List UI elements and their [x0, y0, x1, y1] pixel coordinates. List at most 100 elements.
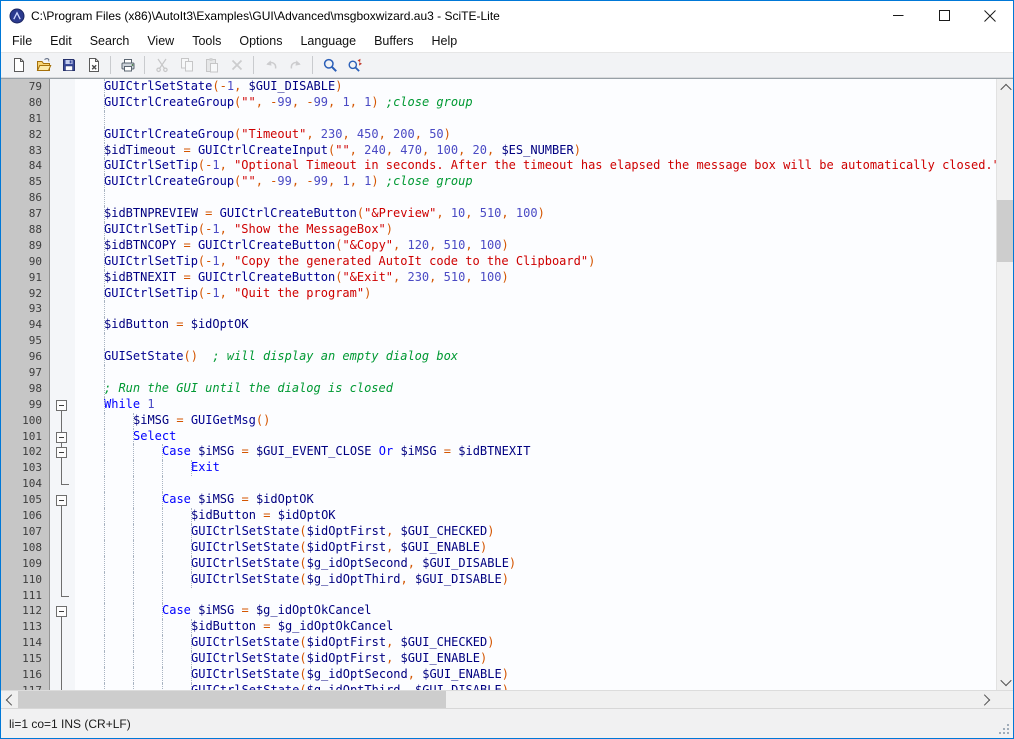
code-line[interactable]: 100 $iMSG = GUIGetMsg(): [1, 413, 996, 429]
code-text[interactable]: GUICtrlSetTip(-1, "Quit the program"): [75, 286, 996, 302]
line-number[interactable]: 114: [1, 635, 50, 651]
scroll-up-button[interactable]: [997, 79, 1014, 96]
vertical-scroll-thumb[interactable]: [997, 200, 1014, 262]
line-number[interactable]: 96: [1, 349, 50, 365]
horizontal-scrollbar[interactable]: [1, 690, 1013, 708]
code-line[interactable]: 92GUICtrlSetTip(-1, "Quit the program"): [1, 286, 996, 302]
code-text[interactable]: $iMSG = GUIGetMsg(): [75, 413, 996, 429]
menu-item-language[interactable]: Language: [291, 31, 365, 51]
menu-item-view[interactable]: View: [138, 31, 183, 51]
code-text[interactable]: GUICtrlCreateGroup("", -99, -99, 1, 1) ;…: [75, 95, 996, 111]
code-line[interactable]: 90 GUICtrlSetTip(-1, "Copy the generated …: [1, 254, 996, 270]
code-line[interactable]: 82 GUICtrlCreateGroup("Timeout", 230, 450…: [1, 127, 996, 143]
line-number[interactable]: 80: [1, 95, 50, 111]
line-number[interactable]: 112: [1, 603, 50, 619]
fold-marker[interactable]: [50, 603, 75, 619]
line-number[interactable]: 109: [1, 556, 50, 572]
code-text[interactable]: GUICtrlSetState($idOptFirst, $GUI_CHECKE…: [75, 524, 996, 540]
code-line[interactable]: 113$idButton = $g_idOptOkCancel: [1, 619, 996, 635]
code-line[interactable]: 91$idBTNEXIT = GUICtrlCreateButton("&Exi…: [1, 270, 996, 286]
menu-item-edit[interactable]: Edit: [41, 31, 81, 51]
code-text[interactable]: $idBTNPREVIEW = GUICtrlCreateButton("&Pr…: [75, 206, 996, 222]
line-number[interactable]: 84: [1, 158, 50, 174]
code-text[interactable]: GUICtrlSetState($idOptFirst, $GUI_CHECKE…: [75, 635, 996, 651]
code-text[interactable]: ; Run the GUI until the dialog is closed: [75, 381, 996, 397]
code-line[interactable]: 107 GUICtrlSetState($idOptFirst, $GUI_CHE…: [1, 524, 996, 540]
code-line[interactable]: 80 GUICtrlCreateGroup("", -99, -99, 1, 1)…: [1, 95, 996, 111]
find-replace-button[interactable]: [342, 54, 367, 76]
code-line[interactable]: 81: [1, 111, 996, 127]
code-line[interactable]: 111: [1, 588, 996, 604]
code-text[interactable]: [75, 333, 996, 349]
line-number[interactable]: 107: [1, 524, 50, 540]
resize-grip[interactable]: [998, 723, 1010, 735]
code-text[interactable]: GUICtrlSetState($g_idOptSecond, $GUI_DIS…: [75, 556, 996, 572]
line-number[interactable]: 105: [1, 492, 50, 508]
line-number[interactable]: 95: [1, 333, 50, 349]
code-line[interactable]: 115GUICtrlSetState($idOptFirst, $GUI_ENA…: [1, 651, 996, 667]
vertical-scrollbar[interactable]: [996, 79, 1013, 690]
maximize-button[interactable]: [921, 1, 967, 30]
line-number[interactable]: 90: [1, 254, 50, 270]
menu-item-file[interactable]: File: [3, 31, 41, 51]
code-text[interactable]: [75, 301, 996, 317]
line-number[interactable]: 81: [1, 111, 50, 127]
new-file-button[interactable]: [6, 54, 31, 76]
code-line[interactable]: 101Select: [1, 429, 996, 445]
code-text[interactable]: GUICtrlSetTip(-1, "Copy the generated Au…: [75, 254, 996, 270]
code-line[interactable]: 84GUICtrlSetTip(-1, "Optional Timeout in…: [1, 158, 996, 174]
line-number[interactable]: 97: [1, 365, 50, 381]
minimize-button[interactable]: [875, 1, 921, 30]
fold-marker[interactable]: [50, 444, 75, 460]
open-file-button[interactable]: [31, 54, 56, 76]
code-line[interactable]: 99While 1: [1, 397, 996, 413]
code-line[interactable]: 98; Run the GUI until the dialog is clos…: [1, 381, 996, 397]
code-line[interactable]: 102 Case $iMSG = $GUI_EVENT_CLOSE Or $iMS…: [1, 444, 996, 460]
vertical-scroll-track[interactable]: [997, 262, 1013, 673]
menu-item-tools[interactable]: Tools: [183, 31, 230, 51]
code-text[interactable]: Case $iMSG = $idOptOK: [75, 492, 996, 508]
code-text[interactable]: [75, 190, 996, 206]
code-text[interactable]: Case $iMSG = $GUI_EVENT_CLOSE Or $iMSG =…: [75, 444, 996, 460]
code-line[interactable]: 108GUICtrlSetState($idOptFirst, $GUI_ENA…: [1, 540, 996, 556]
code-line[interactable]: 96GUISetState() ; will display an empty …: [1, 349, 996, 365]
code-line[interactable]: 85GUICtrlCreateGroup("", -99, -99, 1, 1)…: [1, 174, 996, 190]
line-number[interactable]: 101: [1, 429, 50, 445]
code-line[interactable]: 103Exit: [1, 460, 996, 476]
code-text[interactable]: GUICtrlSetState($g_idOptSecond, $GUI_ENA…: [75, 667, 996, 683]
line-number[interactable]: 106: [1, 508, 50, 524]
line-number[interactable]: 100: [1, 413, 50, 429]
code-text[interactable]: [75, 111, 996, 127]
code-text[interactable]: GUICtrlSetState($g_idOptThird, $GUI_DISA…: [75, 572, 996, 588]
line-number[interactable]: 91: [1, 270, 50, 286]
line-number[interactable]: 110: [1, 572, 50, 588]
close-file-button[interactable]: [81, 54, 106, 76]
code-text[interactable]: $idBTNCOPY = GUICtrlCreateButton("&Copy"…: [75, 238, 996, 254]
line-number[interactable]: 104: [1, 476, 50, 492]
code-line[interactable]: 109 GUICtrlSetState($g_idOptSecond, $GUI_…: [1, 556, 996, 572]
menu-item-search[interactable]: Search: [81, 31, 139, 51]
line-number[interactable]: 83: [1, 143, 50, 159]
scroll-right-button[interactable]: [977, 691, 994, 708]
code-line[interactable]: 117GUICtrlSetState($g_idOptThird, $GUI_D…: [1, 683, 996, 690]
line-number[interactable]: 116: [1, 667, 50, 683]
line-number[interactable]: 88: [1, 222, 50, 238]
line-number[interactable]: 82: [1, 127, 50, 143]
code-line[interactable]: 93: [1, 301, 996, 317]
code-line[interactable]: 89 $idBTNCOPY = GUICtrlCreateButton("&Cop…: [1, 238, 996, 254]
line-number[interactable]: 85: [1, 174, 50, 190]
code-text[interactable]: GUICtrlCreateGroup("Timeout", 230, 450, …: [75, 127, 996, 143]
code-line[interactable]: 97: [1, 365, 996, 381]
line-number[interactable]: 89: [1, 238, 50, 254]
fold-marker[interactable]: [50, 397, 75, 413]
line-number[interactable]: 102: [1, 444, 50, 460]
code-text[interactable]: GUICtrlSetState($idOptFirst, $GUI_ENABLE…: [75, 651, 996, 667]
code-text[interactable]: [75, 365, 996, 381]
code-line[interactable]: 87$idBTNPREVIEW = GUICtrlCreateButton("&…: [1, 206, 996, 222]
menu-item-help[interactable]: Help: [422, 31, 466, 51]
code-line[interactable]: 112Case $iMSG = $g_idOptOkCancel: [1, 603, 996, 619]
code-text[interactable]: GUICtrlSetState(-1, $GUI_DISABLE): [75, 79, 996, 95]
line-number[interactable]: 117: [1, 683, 50, 690]
scroll-down-button[interactable]: [997, 673, 1014, 690]
line-number[interactable]: 79: [1, 79, 50, 95]
